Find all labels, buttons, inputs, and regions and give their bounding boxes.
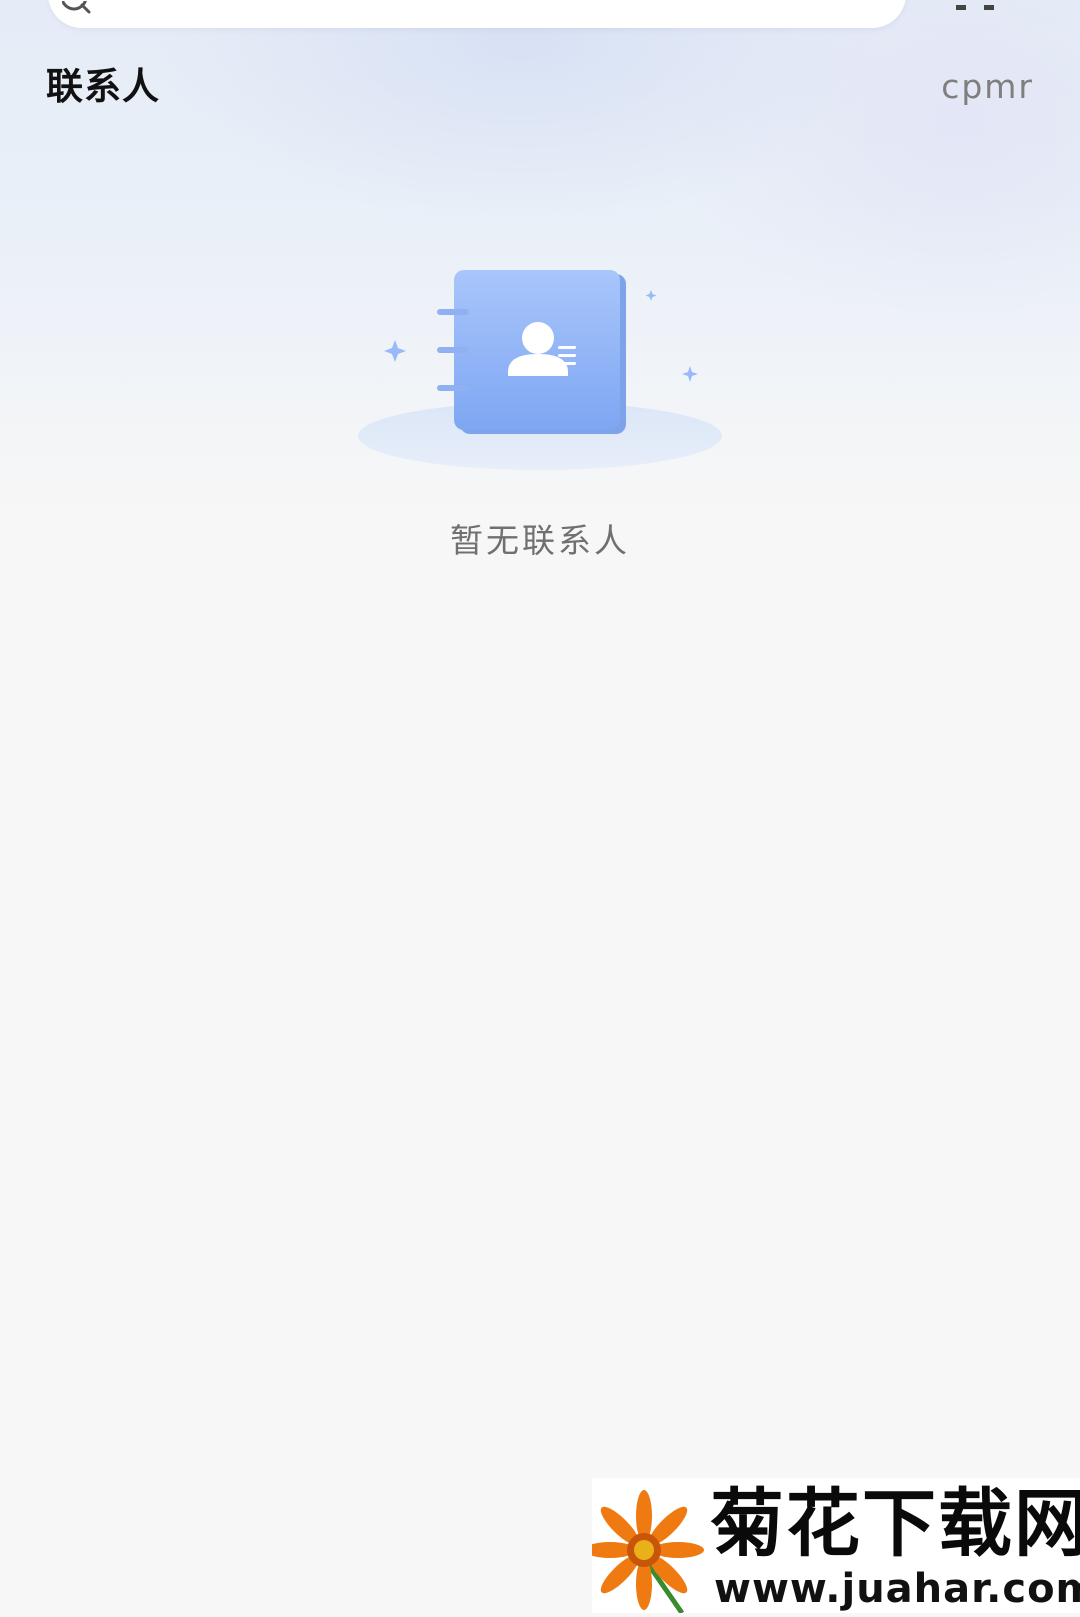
search-bar[interactable] (48, 0, 906, 28)
watermark-title: 菊花下载网 (710, 1481, 1080, 1567)
flower-logo-icon (584, 1488, 704, 1615)
watermark-url: www.juahar.com (714, 1566, 1080, 1612)
empty-state-message: 暂无联系人 (450, 521, 630, 560)
watermark: 菊花下载网 www.juahar.com (584, 1478, 1080, 1615)
search-icon[interactable] (62, 0, 92, 14)
header-action-button[interactable]: cpmr (941, 62, 1034, 112)
contact-book-icon (340, 260, 740, 500)
page-title: 联系人 (46, 65, 160, 108)
top-right-icon[interactable] (948, 0, 1018, 10)
